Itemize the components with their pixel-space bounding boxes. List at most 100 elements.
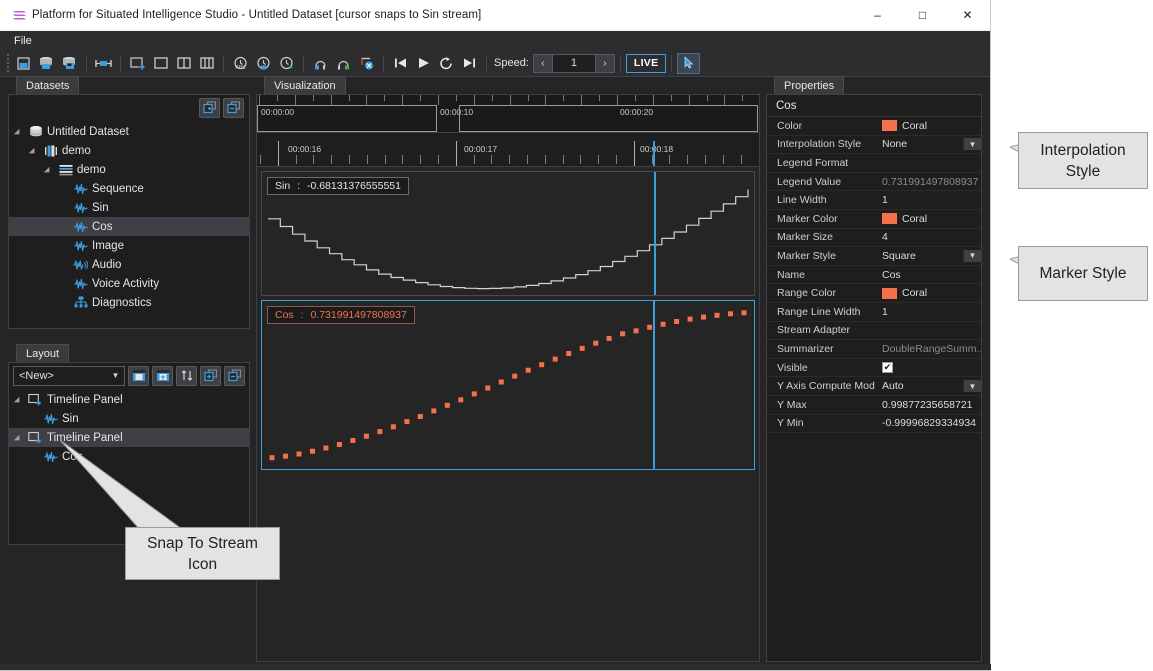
property-value[interactable]: Auto ▼ <box>875 380 981 393</box>
speed-decrease-button[interactable]: ‹ <box>532 53 553 73</box>
property-value[interactable]: 4 <box>875 231 981 243</box>
expander-arrow-icon[interactable] <box>15 433 24 442</box>
tree-item[interactable]: Audio <box>9 255 249 274</box>
chevron-down-icon[interactable]: ▼ <box>963 380 981 393</box>
property-row[interactable]: Legend Value 0.731991497808937 <box>767 173 981 192</box>
layout-two-cell-icon[interactable] <box>172 52 195 75</box>
property-value[interactable]: Coral <box>875 120 981 132</box>
collapse-all-icon[interactable] <box>223 97 244 118</box>
property-value[interactable]: Cos <box>875 269 981 281</box>
property-value[interactable]: Coral <box>875 213 981 225</box>
tab-properties[interactable]: Properties <box>774 76 845 95</box>
property-row[interactable]: Y Max 0.99877235658721 <box>767 396 981 415</box>
fit-to-window-icon[interactable] <box>92 52 115 75</box>
property-value[interactable]: None ▼ <box>875 138 981 151</box>
speed-increase-button[interactable]: › <box>594 53 615 73</box>
insert-timeline-panel-icon[interactable] <box>126 52 149 75</box>
property-value[interactable]: 1 <box>875 194 981 206</box>
navigator-ruler[interactable]: 00:00:00 00:00:10 00:00:20 <box>257 95 759 133</box>
plot-cursor-cos[interactable] <box>653 301 655 469</box>
expander-arrow-icon[interactable] <box>45 165 54 174</box>
navigator-selection-right[interactable] <box>459 105 758 132</box>
session-relative-time-icon[interactable] <box>252 52 275 75</box>
property-row[interactable]: Marker Style Square ▼ <box>767 247 981 266</box>
selection-start-icon[interactable] <box>309 52 332 75</box>
property-value[interactable]: 0.99877235658721 <box>875 399 981 411</box>
tree-item[interactable]: Diagnostics <box>9 293 249 312</box>
plot-cursor-sin[interactable] <box>654 172 656 295</box>
property-value[interactable]: -0.99996829334934 <box>875 417 981 429</box>
datasets-tree[interactable]: Untitled Dataset demo demo Sequence Sin Cos Im… <box>9 120 249 312</box>
property-row[interactable]: Range Color Coral <box>767 284 981 303</box>
tab-visualization[interactable]: Visualization <box>264 76 346 95</box>
close-button[interactable]: ✕ <box>945 0 990 31</box>
loop-icon[interactable] <box>435 52 458 75</box>
tree-item[interactable]: Voice Activity <box>9 274 249 293</box>
snap-to-stream-icon[interactable] <box>677 52 701 74</box>
property-row[interactable]: Color Coral <box>767 117 981 136</box>
clear-selection-icon[interactable] <box>355 52 378 75</box>
property-row[interactable]: Interpolation Style None ▼ <box>767 136 981 155</box>
property-row[interactable]: Marker Color Coral <box>767 210 981 229</box>
property-row[interactable]: Legend Format <box>767 154 981 173</box>
property-row[interactable]: Summarizer DoubleRangeSumm... <box>767 340 981 359</box>
property-row[interactable]: Line Width 1 <box>767 191 981 210</box>
move-to-start-icon[interactable] <box>389 52 412 75</box>
expander-arrow-icon[interactable] <box>15 127 24 136</box>
layout-single-cell-icon[interactable] <box>149 52 172 75</box>
chevron-down-icon[interactable]: ▼ <box>107 367 124 385</box>
tree-item[interactable]: Image <box>9 236 249 255</box>
save-layout-icon[interactable] <box>128 365 149 386</box>
navigator-selection-left[interactable] <box>257 105 437 132</box>
speed-input[interactable]: 1 <box>552 53 595 73</box>
collapse-all-icon[interactable] <box>224 365 245 386</box>
property-row[interactable]: Visible ✔ <box>767 359 981 378</box>
live-button[interactable]: LIVE <box>625 53 667 73</box>
expand-all-icon[interactable] <box>199 97 220 118</box>
property-row[interactable]: Y Axis Compute Mode Auto ▼ <box>767 377 981 396</box>
chevron-down-icon[interactable]: ▼ <box>963 138 981 151</box>
tree-item[interactable]: Cos <box>9 217 249 236</box>
tree-item[interactable]: Timeline Panel <box>9 390 249 409</box>
tree-item[interactable]: demo <box>9 141 249 160</box>
menu-item-file[interactable]: File <box>8 33 38 49</box>
tree-item[interactable]: Untitled Dataset <box>9 122 249 141</box>
save-dataset-icon[interactable] <box>58 52 81 75</box>
minimize-button[interactable]: – <box>855 0 900 31</box>
selection-relative-time-icon[interactable] <box>275 52 298 75</box>
tab-layout[interactable]: Layout <box>16 344 70 363</box>
property-row[interactable]: Y Min -0.99996829334934 <box>767 415 981 434</box>
play-icon[interactable] <box>412 52 435 75</box>
visible-checkbox[interactable]: ✔ <box>882 362 893 374</box>
property-row[interactable]: Stream Adapter <box>767 322 981 341</box>
property-value[interactable]: Coral <box>875 287 981 299</box>
maximize-button[interactable]: □ <box>900 0 945 31</box>
layout-select[interactable]: <New> ▼ <box>13 365 125 386</box>
timeline-ruler[interactable]: 00:00:16 00:00:17 00:00:18 <box>257 133 759 167</box>
chevron-down-icon[interactable]: ▼ <box>963 249 981 262</box>
tree-item[interactable]: Sin <box>9 409 249 428</box>
new-dataset-icon[interactable] <box>12 52 35 75</box>
save-layout-as-icon[interactable] <box>152 365 173 386</box>
timeline-panel-sin[interactable]: Sin : -0.68131376555551 <box>261 171 755 296</box>
absolute-time-icon[interactable]: ABS <box>229 52 252 75</box>
tree-item[interactable]: demo <box>9 160 249 179</box>
open-dataset-icon[interactable] <box>35 52 58 75</box>
toolbar-grip[interactable] <box>3 54 12 72</box>
layout-three-cell-icon[interactable] <box>195 52 218 75</box>
property-row[interactable]: Name Cos <box>767 266 981 285</box>
move-to-end-icon[interactable] <box>458 52 481 75</box>
timeline-panel-cos[interactable]: Cos : 0.731991497808937 <box>261 300 755 470</box>
sort-icon[interactable] <box>176 365 197 386</box>
property-value[interactable]: 1 <box>875 306 981 318</box>
expander-arrow-icon[interactable] <box>30 146 39 155</box>
tree-item[interactable]: Sequence <box>9 179 249 198</box>
tab-datasets[interactable]: Datasets <box>16 76 80 95</box>
property-row[interactable]: Marker Size 4 <box>767 229 981 248</box>
property-value[interactable]: ✔ <box>875 362 981 374</box>
tree-item[interactable]: Sin <box>9 198 249 217</box>
property-value[interactable]: Square ▼ <box>875 249 981 262</box>
timeline-cursor[interactable] <box>653 141 655 166</box>
expander-arrow-icon[interactable] <box>15 395 24 404</box>
expand-all-icon[interactable] <box>200 365 221 386</box>
